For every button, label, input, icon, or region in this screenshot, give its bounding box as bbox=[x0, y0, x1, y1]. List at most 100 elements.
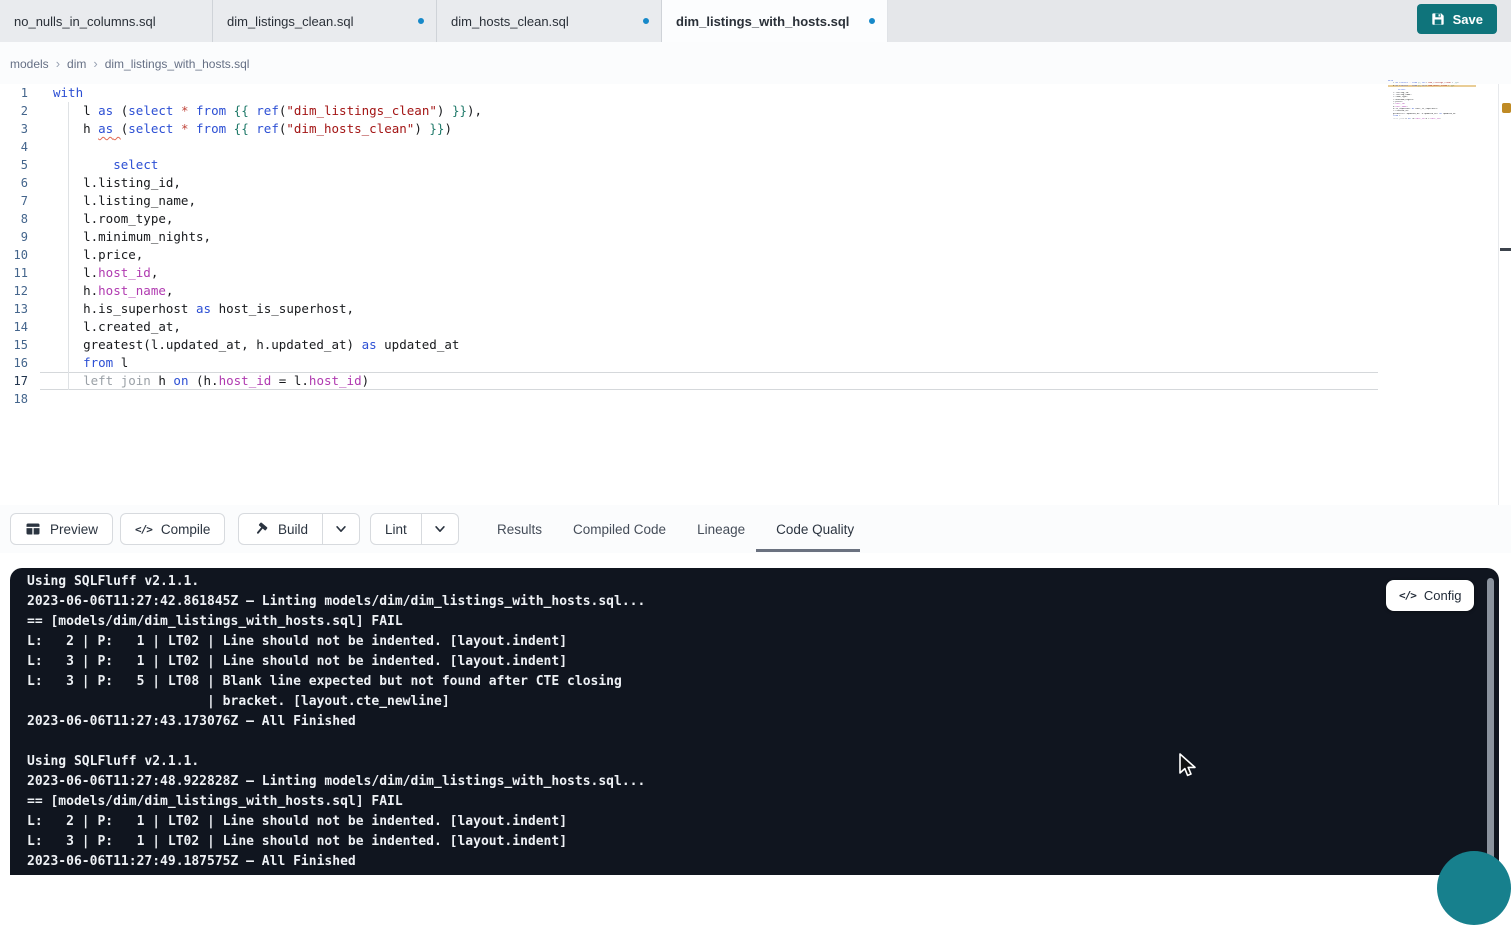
code-token bbox=[53, 355, 83, 370]
preview-button[interactable]: Preview bbox=[10, 513, 113, 545]
minimap-token: ) bbox=[1453, 85, 1454, 87]
code-token: host_id bbox=[98, 265, 151, 280]
code-token: ) bbox=[362, 373, 370, 388]
panel-tab-code-quality[interactable]: Code Quality bbox=[776, 522, 854, 537]
minimap-line bbox=[1388, 120, 1476, 122]
compile-button[interactable]: </> Compile bbox=[120, 513, 225, 545]
code-line[interactable]: left join h on (h.host_id = l.host_id) bbox=[53, 372, 482, 390]
lint-dropdown-button[interactable] bbox=[422, 513, 459, 545]
breadcrumb-item[interactable]: dim_listings_with_hosts.sql bbox=[105, 57, 250, 71]
minimap-token: h bbox=[1388, 85, 1396, 87]
code-line[interactable]: h as (select * from {{ ref("dim_hosts_cl… bbox=[53, 120, 482, 138]
code-token bbox=[189, 121, 197, 136]
editor-toolbar: Preview </> Compile Build Lint Results Co… bbox=[0, 505, 1511, 553]
code-token: ( bbox=[113, 103, 128, 118]
file-tab-label: dim_hosts_clean.sql bbox=[451, 14, 569, 29]
code-line[interactable]: with bbox=[53, 84, 482, 102]
code-token: = l. bbox=[271, 373, 309, 388]
code-token: from bbox=[196, 103, 226, 118]
breadcrumb-bar: models›dim›dim_listings_with_hosts.sql bbox=[0, 42, 1511, 84]
minimap-token: left join bbox=[1388, 118, 1404, 120]
code-token bbox=[173, 103, 181, 118]
code-token: ) bbox=[414, 121, 429, 136]
code-token: l.room_type, bbox=[53, 211, 173, 226]
file-tab[interactable]: dim_listings_with_hosts.sql bbox=[662, 0, 888, 42]
code-token: ) bbox=[444, 121, 452, 136]
preview-label: Preview bbox=[50, 522, 98, 537]
line-number: 9 bbox=[0, 228, 28, 246]
config-label: Config bbox=[1424, 588, 1462, 603]
line-number: 6 bbox=[0, 174, 28, 192]
code-token: as bbox=[98, 103, 113, 118]
code-line[interactable]: select bbox=[53, 156, 482, 174]
code-token: with bbox=[53, 85, 83, 100]
code-token: h bbox=[53, 121, 98, 136]
code-line[interactable]: l.host_id, bbox=[53, 264, 482, 282]
code-token: , bbox=[151, 265, 159, 280]
ruler-warning-marker bbox=[1502, 103, 1511, 113]
code-line[interactable]: l.listing_id, bbox=[53, 174, 482, 192]
build-label: Build bbox=[278, 522, 308, 537]
file-tab[interactable]: no_nulls_in_columns.sql bbox=[0, 0, 213, 42]
file-tab[interactable]: dim_listings_clean.sql bbox=[213, 0, 437, 42]
active-panel-tab-underline bbox=[756, 549, 860, 552]
hammer-icon bbox=[253, 521, 269, 537]
code-line[interactable] bbox=[53, 138, 482, 156]
code-line[interactable] bbox=[53, 390, 482, 408]
editor-minimap[interactable]: with l as (select * from {{ ref("dim_lis… bbox=[1388, 80, 1476, 122]
chevron-down-icon bbox=[334, 522, 348, 536]
code-token bbox=[189, 103, 197, 118]
code-token: h. bbox=[53, 283, 98, 298]
minimap-token: updated_at bbox=[1442, 113, 1456, 115]
code-token: greatest(l.updated_at, h.updated_at) bbox=[53, 337, 362, 352]
code-token: h.is_superhost bbox=[53, 301, 196, 316]
line-number: 1 bbox=[0, 84, 28, 102]
code-line[interactable]: l as (select * from {{ ref("dim_listings… bbox=[53, 102, 482, 120]
code-token bbox=[173, 121, 181, 136]
breadcrumb-item[interactable]: dim bbox=[67, 57, 86, 71]
editor-code-area[interactable]: with l as (select * from {{ ref("dim_lis… bbox=[53, 84, 482, 408]
code-token: updated_at bbox=[377, 337, 460, 352]
code-line[interactable]: l.room_type, bbox=[53, 210, 482, 228]
code-line[interactable]: greatest(l.updated_at, h.updated_at) as … bbox=[53, 336, 482, 354]
panel-tab-compiled-code[interactable]: Compiled Code bbox=[573, 522, 666, 537]
line-number: 14 bbox=[0, 318, 28, 336]
mouse-cursor bbox=[1178, 753, 1200, 779]
save-button[interactable]: Save bbox=[1417, 4, 1497, 34]
code-token: ref bbox=[256, 121, 279, 136]
code-line[interactable]: h.is_superhost as host_is_superhost, bbox=[53, 300, 482, 318]
code-token: }} bbox=[429, 121, 444, 136]
code-token: {{ bbox=[234, 121, 249, 136]
panel-tab-strip: Results Compiled Code Lineage Code Quality bbox=[497, 505, 854, 553]
code-token: l.price, bbox=[53, 247, 143, 262]
line-number: 13 bbox=[0, 300, 28, 318]
code-line[interactable]: h.host_name, bbox=[53, 282, 482, 300]
compile-label: Compile bbox=[161, 522, 211, 537]
lint-button[interactable]: Lint bbox=[370, 513, 422, 545]
minimap-token: select bbox=[1401, 85, 1409, 87]
code-line[interactable]: l.price, bbox=[53, 246, 482, 264]
panel-tab-results[interactable]: Results bbox=[497, 522, 542, 537]
code-editor[interactable]: 123456789101112131415161718 with l as (s… bbox=[0, 84, 1511, 505]
build-dropdown-button[interactable] bbox=[323, 513, 360, 545]
code-line[interactable]: l.minimum_nights, bbox=[53, 228, 482, 246]
code-line[interactable]: from l bbox=[53, 354, 482, 372]
config-button[interactable]: </> Config bbox=[1386, 580, 1474, 611]
build-button[interactable]: Build bbox=[238, 513, 323, 545]
code-token: l.created_at, bbox=[53, 319, 181, 334]
line-number: 10 bbox=[0, 246, 28, 264]
code-line[interactable]: l.listing_name, bbox=[53, 192, 482, 210]
help-bubble-button[interactable] bbox=[1437, 851, 1511, 925]
editor-gutter: 123456789101112131415161718 bbox=[0, 84, 28, 408]
breadcrumb-item[interactable]: models bbox=[10, 57, 49, 71]
terminal-scrollbar[interactable] bbox=[1487, 578, 1494, 875]
code-token: "dim_listings_clean" bbox=[286, 103, 437, 118]
file-tab[interactable]: dim_hosts_clean.sql bbox=[437, 0, 662, 42]
code-token: ) bbox=[437, 103, 452, 118]
panel-tab-lineage[interactable]: Lineage bbox=[697, 522, 745, 537]
breadcrumb-separator: › bbox=[56, 56, 60, 71]
terminal-output: Using SQLFluff v2.1.1. 2023-06-06T11:27:… bbox=[27, 572, 645, 872]
code-token: h bbox=[151, 373, 174, 388]
code-token: * bbox=[181, 121, 189, 136]
code-line[interactable]: l.created_at, bbox=[53, 318, 482, 336]
